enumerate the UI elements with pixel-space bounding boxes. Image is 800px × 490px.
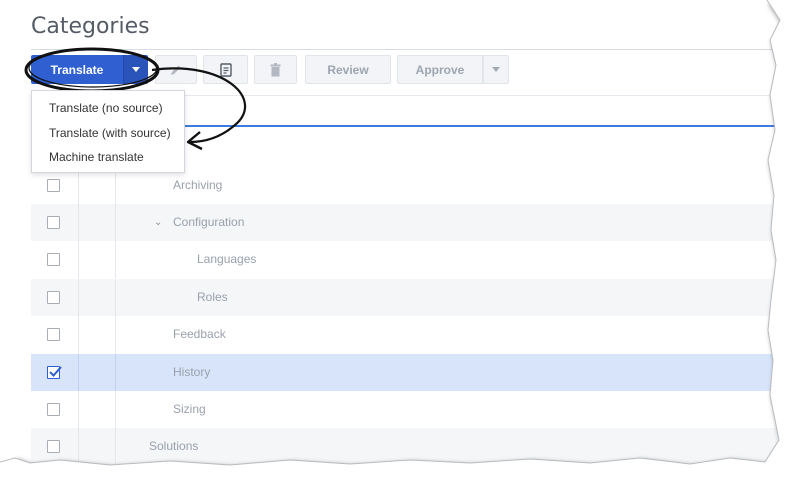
table-row[interactable]: Feedback [31, 316, 800, 353]
table-row[interactable]: ⌄ Configuration [31, 204, 800, 241]
row-checkbox[interactable] [47, 179, 60, 192]
chevron-down-icon[interactable]: ⌄ [154, 204, 162, 241]
menu-item-translate-no-source[interactable]: Translate (no source) [32, 96, 184, 121]
document-icon [219, 62, 232, 77]
category-label: Sizing [173, 402, 206, 416]
approve-menu-toggle[interactable] [483, 55, 509, 84]
table-row[interactable]: Solutions [31, 428, 800, 465]
approve-button[interactable]: Approve [397, 55, 483, 84]
category-label: History [173, 365, 211, 379]
table-row-selected[interactable]: History [31, 354, 800, 391]
row-checkbox[interactable] [47, 291, 60, 304]
row-checkbox[interactable] [47, 328, 60, 341]
category-label: Solutions [149, 439, 199, 453]
row-checkbox[interactable] [47, 440, 60, 453]
highlight-oval-annotation [24, 47, 160, 93]
view-button[interactable] [203, 55, 248, 84]
review-button[interactable]: Review [305, 55, 391, 84]
trash-icon [270, 62, 281, 76]
pencil-icon [171, 65, 181, 75]
category-label: Configuration [173, 215, 245, 229]
menu-item-machine-translate[interactable]: Machine translate [32, 145, 184, 170]
row-checkbox[interactable] [47, 253, 60, 266]
category-label: Roles [197, 290, 228, 304]
table-row[interactable]: Roles [31, 279, 800, 316]
row-checkbox-checked[interactable] [47, 366, 62, 379]
category-label: Feedback [173, 327, 226, 341]
categories-page: Categories Translate Review Approve Arch… [0, 0, 800, 490]
category-label: Languages [197, 252, 257, 266]
menu-item-translate-with-source[interactable]: Translate (with source) [32, 121, 184, 146]
caret-down-icon [492, 67, 500, 72]
translate-dropdown-menu: Translate (no source) Translate (with so… [31, 90, 185, 173]
table-row[interactable]: Sizing [31, 391, 800, 428]
row-checkbox[interactable] [47, 403, 60, 416]
delete-button[interactable] [254, 55, 297, 84]
page-title: Categories [31, 14, 150, 39]
checkmark-icon [49, 366, 62, 377]
row-checkbox[interactable] [47, 216, 60, 229]
table-row[interactable]: Languages [31, 241, 800, 278]
